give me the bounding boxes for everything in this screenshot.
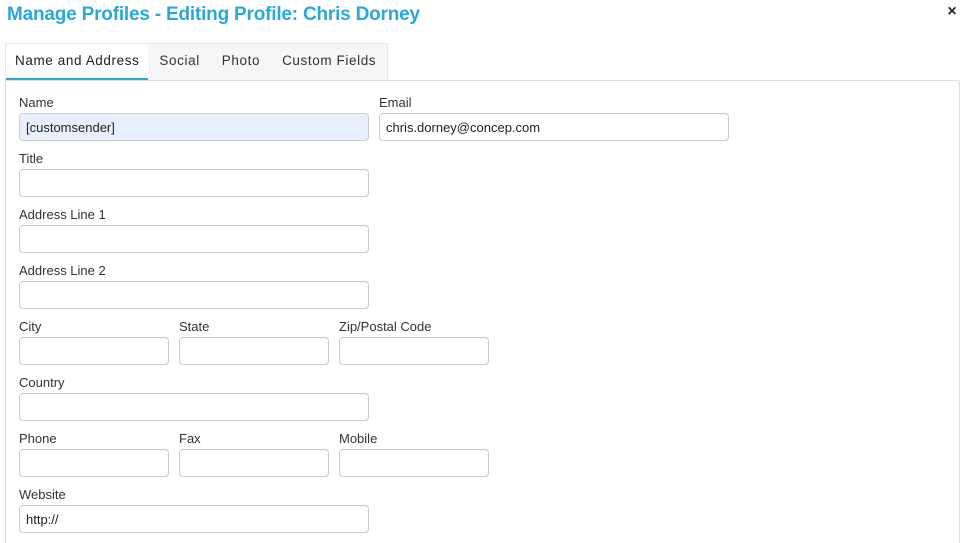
zip-field[interactable] <box>339 337 489 365</box>
tab-custom-fields[interactable]: Custom Fields <box>271 44 387 81</box>
name-label: Name <box>19 95 54 110</box>
website-label: Website <box>19 487 66 502</box>
title-label: Title <box>19 151 44 166</box>
tab-bar: Name and Address Social Photo Custom Fie… <box>5 43 389 81</box>
mobile-label: Mobile <box>339 431 378 446</box>
email-field[interactable] <box>379 113 729 141</box>
phone-field[interactable] <box>19 449 169 477</box>
fax-label: Fax <box>179 431 201 446</box>
website-field[interactable] <box>19 505 369 533</box>
dialog-title: Manage Profiles - Editing Profile: Chris… <box>7 4 420 25</box>
state-field[interactable] <box>179 337 329 365</box>
phone-label: Phone <box>19 431 57 446</box>
name-field[interactable] <box>19 113 369 141</box>
tab-photo[interactable]: Photo <box>211 44 271 81</box>
address-line-2-label: Address Line 2 <box>19 263 106 278</box>
tab-social[interactable]: Social <box>148 44 210 81</box>
address-line-1-label: Address Line 1 <box>19 207 106 222</box>
country-field[interactable] <box>19 393 369 421</box>
fax-field[interactable] <box>179 449 329 477</box>
mobile-field[interactable] <box>339 449 489 477</box>
address-line-1-field[interactable] <box>19 225 369 253</box>
country-label: Country <box>19 375 65 390</box>
close-icon[interactable]: × <box>944 3 960 21</box>
title-field[interactable] <box>19 169 369 197</box>
state-label: State <box>179 319 210 334</box>
address-line-2-field[interactable] <box>19 281 369 309</box>
city-field[interactable] <box>19 337 169 365</box>
email-label: Email <box>379 95 412 110</box>
zip-label: Zip/Postal Code <box>339 319 432 334</box>
tab-name-and-address[interactable]: Name and Address <box>6 44 149 81</box>
manage-profiles-dialog: Manage Profiles - Editing Profile: Chris… <box>0 0 966 543</box>
city-label: City <box>19 319 42 334</box>
